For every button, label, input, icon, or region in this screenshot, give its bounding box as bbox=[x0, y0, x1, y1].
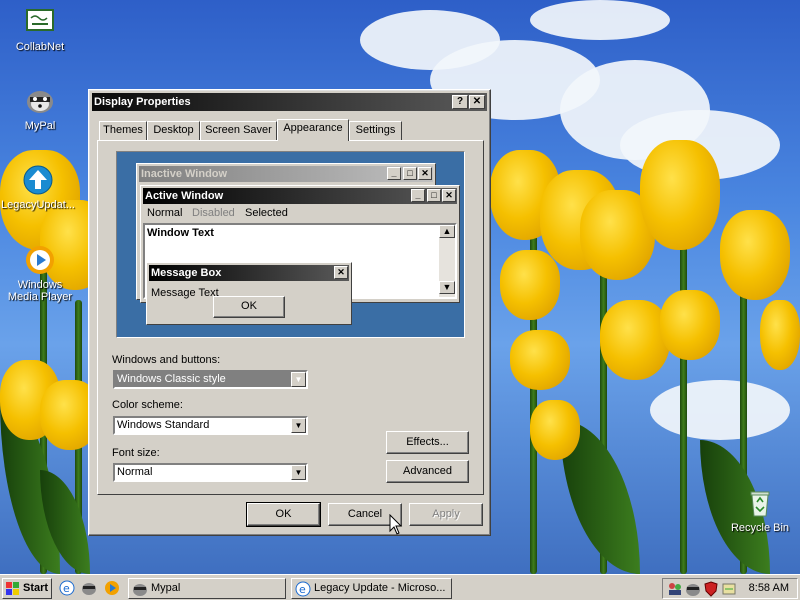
chevron-down-icon[interactable]: ▼ bbox=[291, 465, 306, 480]
minimize-icon: _ bbox=[411, 189, 425, 202]
ie-icon: e bbox=[295, 581, 311, 597]
raccoon-icon[interactable] bbox=[685, 581, 701, 597]
font-size-label: Font size: bbox=[112, 447, 160, 459]
tab-settings[interactable]: Settings bbox=[349, 121, 402, 140]
preview-menu-disabled: Disabled bbox=[192, 207, 235, 219]
ok-button[interactable]: OK bbox=[246, 502, 321, 527]
task-button-legacy-update[interactable]: e Legacy Update - Microso... bbox=[291, 578, 452, 599]
tab-desktop[interactable]: Desktop bbox=[147, 121, 200, 140]
preview-scrollbar: ▲ ▼ bbox=[439, 225, 455, 297]
desktop-icon-label: CollabNet bbox=[15, 41, 65, 53]
desktop-icon-collabnet[interactable]: CollabNet bbox=[2, 6, 78, 53]
preview-message-titlebar: Message Box ✕ bbox=[149, 265, 349, 281]
system-tray: 8:58 AM bbox=[662, 578, 798, 599]
scroll-down-icon: ▼ bbox=[439, 281, 455, 294]
mouse-cursor-icon bbox=[389, 514, 403, 535]
dialog-title: Display Properties bbox=[94, 96, 191, 108]
apply-button[interactable]: Apply bbox=[409, 503, 483, 526]
close-icon: ✕ bbox=[472, 96, 482, 107]
media-player-icon bbox=[24, 244, 56, 276]
media-player-icon[interactable] bbox=[104, 580, 120, 596]
ie-icon[interactable]: e bbox=[59, 580, 75, 596]
close-icon: ✕ bbox=[442, 189, 456, 202]
preview-menu-normal: Normal bbox=[147, 207, 183, 219]
help-button[interactable]: ? bbox=[452, 95, 468, 109]
certificate-icon bbox=[24, 6, 56, 38]
clock[interactable]: 8:58 AM bbox=[749, 582, 789, 594]
raccoon-icon[interactable] bbox=[81, 580, 97, 596]
desktop-icon-label: Recycle Bin bbox=[730, 522, 790, 534]
preview-message-box: Message Box ✕ Message Text OK bbox=[146, 262, 352, 325]
chevron-down-icon[interactable]: ▼ bbox=[291, 418, 306, 433]
maximize-icon: □ bbox=[427, 189, 441, 202]
preview-menu-selected: Selected bbox=[245, 207, 288, 219]
windows-buttons-label: Windows and buttons: bbox=[112, 354, 221, 366]
close-icon: ✕ bbox=[334, 266, 348, 279]
close-button[interactable]: ✕ bbox=[469, 95, 485, 109]
maximize-icon: □ bbox=[403, 167, 417, 180]
preview-window-text: Window Text bbox=[147, 227, 214, 239]
recycle-bin-icon bbox=[744, 487, 776, 519]
start-button[interactable]: Start bbox=[2, 578, 52, 599]
svg-text:e: e bbox=[63, 582, 70, 595]
desktop-icon-media-player[interactable]: Windows Media Player bbox=[2, 244, 78, 303]
windows-buttons-select[interactable]: Windows Classic style ▼ bbox=[113, 370, 308, 389]
taskbar: Start e Mypal e Legacy Update - Microso.… bbox=[0, 574, 800, 600]
network-users-icon[interactable] bbox=[667, 581, 683, 597]
svg-text:e: e bbox=[299, 583, 306, 596]
help-icon: ? bbox=[456, 96, 464, 107]
desktop-icon-recycle-bin[interactable]: Recycle Bin bbox=[722, 487, 798, 534]
advanced-button[interactable]: Advanced bbox=[386, 460, 469, 483]
close-icon: ✕ bbox=[418, 167, 432, 180]
effects-button[interactable]: Effects... bbox=[386, 431, 469, 454]
update-arrow-icon bbox=[22, 164, 54, 196]
desktop-icon-mypal[interactable]: MyPal bbox=[2, 85, 78, 132]
color-scheme-select[interactable]: Windows Standard ▼ bbox=[113, 416, 308, 435]
chevron-down-icon[interactable]: ▼ bbox=[291, 372, 306, 387]
desktop-icon-label: MyPal bbox=[24, 120, 56, 132]
update-tray-icon[interactable] bbox=[721, 581, 737, 597]
tab-screen-saver[interactable]: Screen Saver bbox=[200, 121, 277, 140]
preview-ok-button: OK bbox=[213, 296, 285, 318]
dialog-titlebar[interactable]: Display Properties ? ✕ bbox=[92, 93, 487, 111]
appearance-preview: Inactive Window _ □ ✕ Active Window _ □ … bbox=[116, 151, 465, 338]
color-scheme-label: Color scheme: bbox=[112, 399, 183, 411]
raccoon-icon bbox=[133, 584, 147, 596]
preview-inactive-titlebar: Inactive Window _ □ ✕ bbox=[139, 166, 433, 182]
minimize-icon: _ bbox=[387, 167, 401, 180]
task-button-mypal[interactable]: Mypal bbox=[128, 578, 286, 599]
tab-themes[interactable]: Themes bbox=[99, 121, 147, 140]
desktop-icon-label: Windows Media Player bbox=[7, 279, 73, 303]
tab-appearance[interactable]: Appearance bbox=[277, 119, 349, 141]
shield-icon[interactable] bbox=[703, 581, 719, 597]
font-size-select[interactable]: Normal ▼ bbox=[113, 463, 308, 482]
raccoon-icon bbox=[24, 85, 56, 117]
desktop-icon-legacyupdate[interactable]: LegacyUpdat... bbox=[0, 164, 76, 211]
display-properties-dialog: Display Properties ? ✕ Themes Desktop Sc… bbox=[88, 89, 491, 536]
desktop-icon-label: LegacyUpdat... bbox=[1, 199, 75, 211]
preview-message-text: Message Text bbox=[151, 287, 219, 299]
preview-active-titlebar: Active Window _ □ ✕ bbox=[143, 188, 457, 204]
windows-logo-icon bbox=[6, 582, 19, 595]
scroll-up-icon: ▲ bbox=[439, 225, 455, 238]
